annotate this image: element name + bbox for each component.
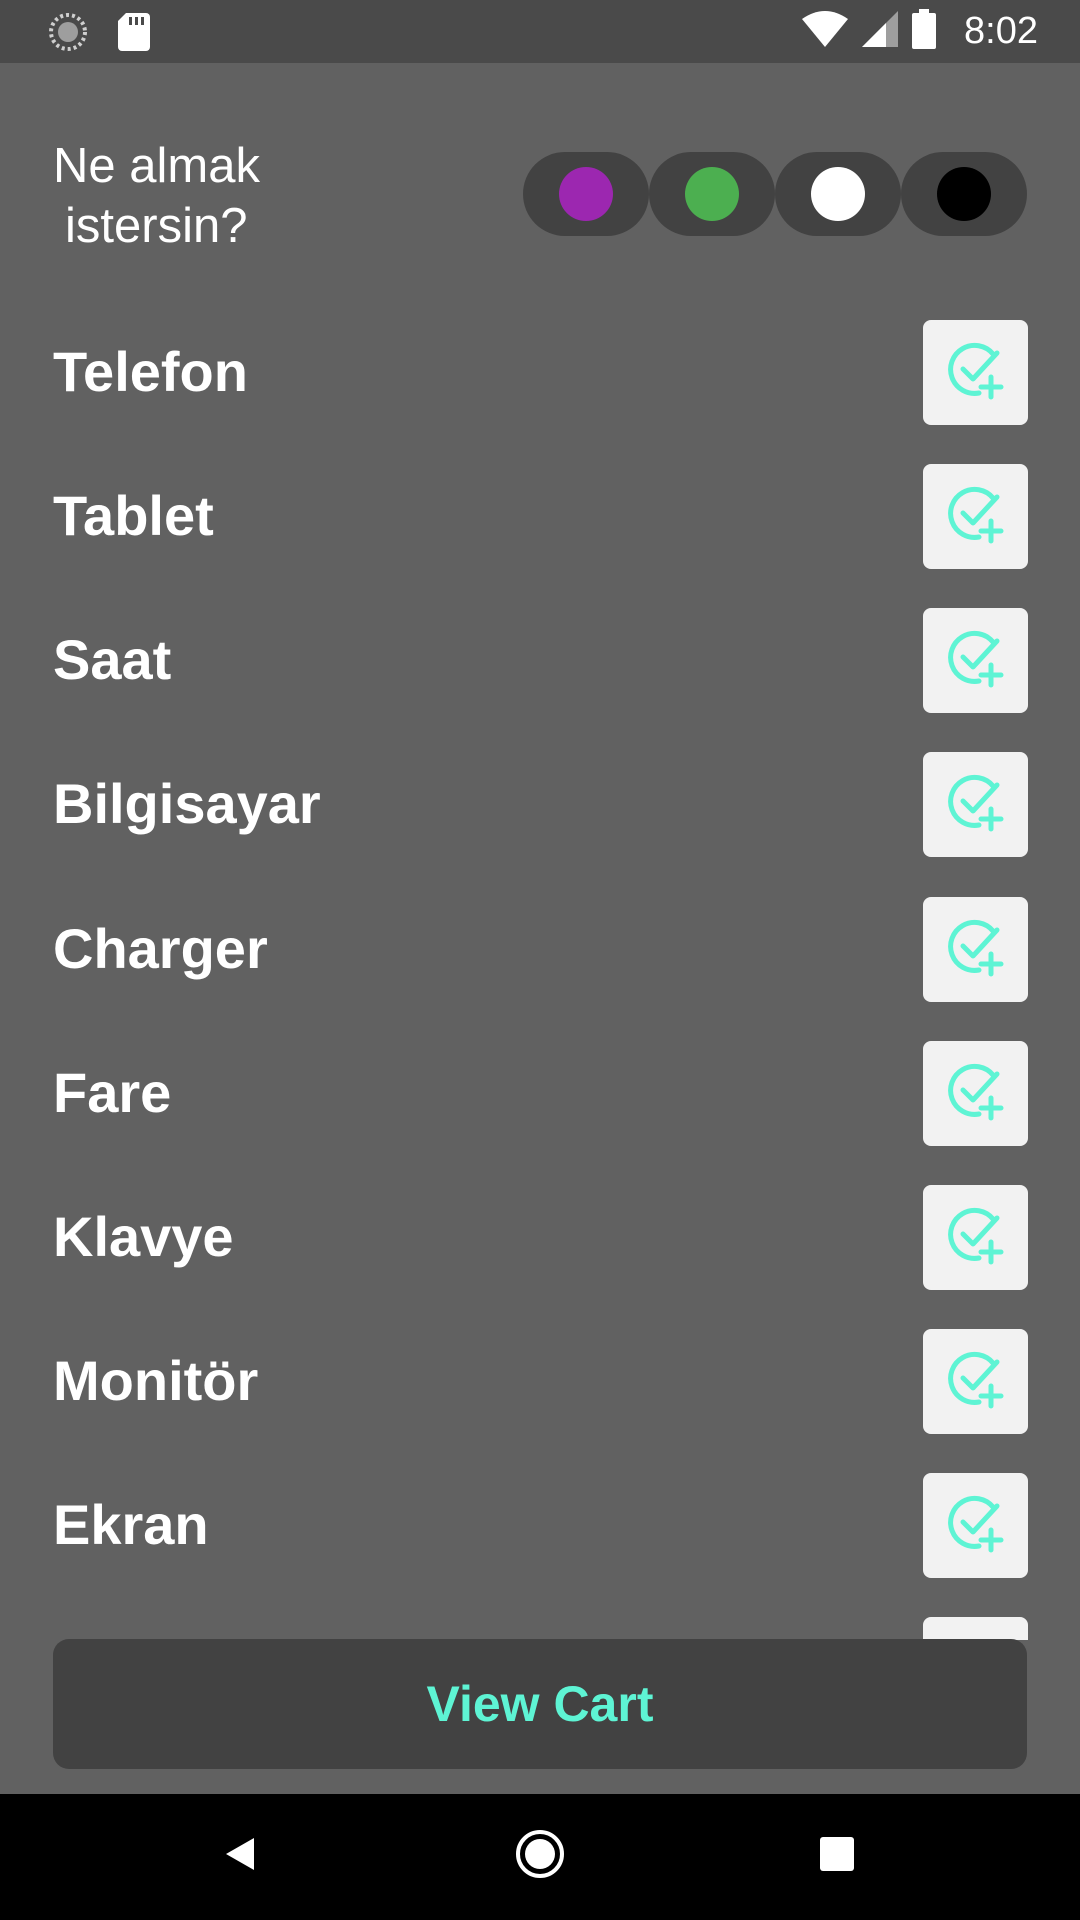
add-to-cart-button[interactable] [923,320,1028,425]
add-to-cart-button[interactable] [923,464,1028,569]
product-label: Klavye [53,1205,234,1268]
signal-icon [862,11,899,52]
back-icon [220,1834,260,1879]
list-item: Bilgisayar [0,732,1080,876]
check-plus-icon [943,481,1009,552]
status-right-icons: 8:02 [802,0,1038,63]
home-icon [514,1828,566,1885]
color-option-purple[interactable] [523,152,649,236]
list-item-partial [0,1597,1080,1640]
product-list[interactable]: Telefon Tablet Saat Bilgisayar Charger F… [0,300,1080,1640]
list-item: Klavye [0,1165,1080,1309]
add-to-cart-button[interactable] [923,1329,1028,1434]
color-swatch-purple [559,167,613,221]
product-label: Ekran [53,1493,209,1556]
home-button[interactable] [498,1814,582,1898]
add-to-cart-button[interactable] [923,1473,1028,1578]
loading-icon [48,12,88,57]
status-time: 8:02 [964,10,1038,52]
sd-card-icon [118,13,150,56]
list-item: Telefon [0,300,1080,444]
list-item: Ekran [0,1453,1080,1597]
view-cart-label: View Cart [426,1676,654,1732]
product-label: Tablet [53,484,214,547]
check-plus-icon [943,1346,1009,1417]
add-to-cart-button[interactable] [923,608,1028,713]
list-item: Fare [0,1021,1080,1165]
check-plus-icon [943,337,1009,408]
list-item: Tablet [0,444,1080,588]
add-to-cart-button[interactable] [923,1041,1028,1146]
product-label: Saat [53,628,172,691]
product-label: Telefon [53,340,248,403]
view-cart-button[interactable]: View Cart [53,1639,1027,1769]
add-to-cart-button[interactable] [923,897,1028,1002]
check-plus-icon [943,1202,1009,1273]
add-to-cart-button[interactable] [923,752,1028,857]
recents-icon [820,1836,854,1876]
color-option-white[interactable] [775,152,901,236]
product-label: Bilgisayar [53,772,321,835]
color-picker [523,152,1029,236]
page-title-line1: Ne almak [53,139,260,193]
page-title: Ne almak istersin? [53,136,260,256]
list-item: Saat [0,588,1080,732]
color-swatch-white [811,167,865,221]
product-label: Monitör [53,1349,259,1412]
check-plus-icon [943,1490,1009,1561]
color-option-green[interactable] [649,152,775,236]
navigation-bar [0,1794,1080,1920]
list-item: Charger [0,877,1080,1021]
check-plus-icon [943,1058,1009,1129]
status-left-icons [48,12,150,57]
color-option-black[interactable] [901,152,1027,236]
check-plus-icon [943,914,1009,985]
add-to-cart-button[interactable] [923,1617,1028,1640]
color-swatch-green [685,167,739,221]
wifi-icon [802,11,849,52]
check-plus-icon [943,769,1009,840]
page-title-line2: istersin? [65,199,248,253]
back-button[interactable] [198,1814,282,1898]
status-bar: 8:02 [0,0,1080,63]
product-label: Fare [53,1061,172,1124]
color-swatch-black [937,167,991,221]
battery-icon [912,9,937,54]
recents-button[interactable] [795,1814,879,1898]
list-item: Monitör [0,1309,1080,1453]
check-plus-icon [943,625,1009,696]
add-to-cart-button[interactable] [923,1185,1028,1290]
product-label: Charger [53,917,268,980]
